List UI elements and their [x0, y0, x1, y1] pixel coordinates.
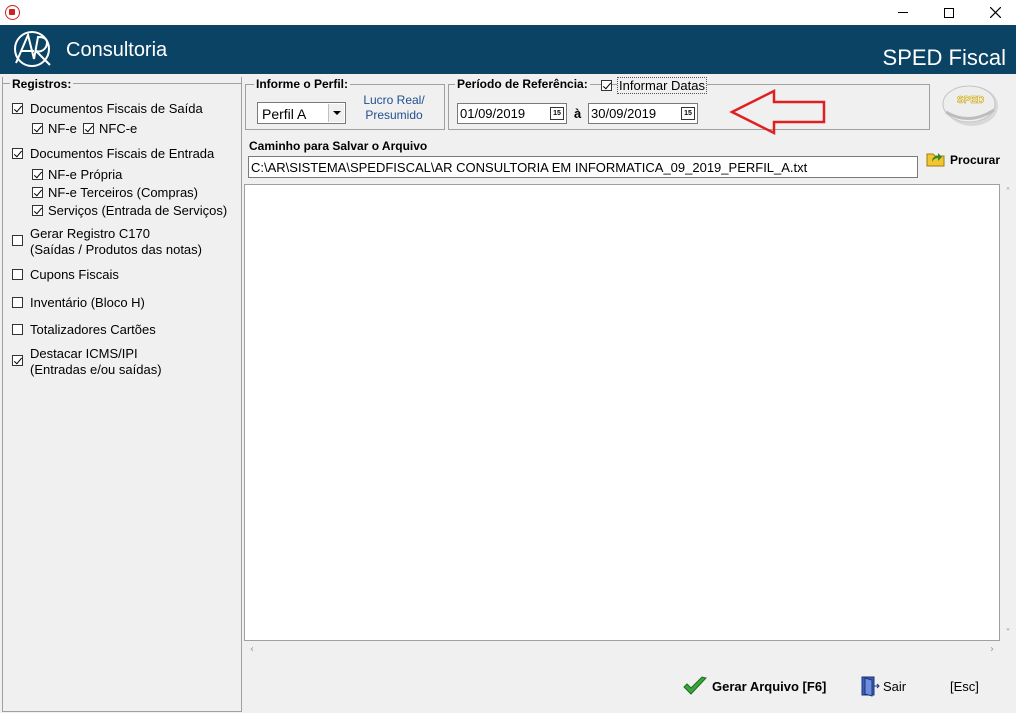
checkbox-c170[interactable]	[12, 235, 23, 246]
scroll-left-icon[interactable]: ‹	[244, 641, 260, 657]
procurar-button[interactable]: Procurar	[926, 148, 1006, 172]
checkbox-nfce[interactable]	[83, 123, 94, 134]
close-button[interactable]	[972, 0, 1016, 25]
path-input[interactable]: C:\AR\SISTEMA\SPEDFISCAL\AR CONSULTORIA …	[248, 156, 918, 178]
label-nfce: NFC-e	[99, 121, 138, 136]
brand-name: Consultoria	[66, 39, 168, 61]
folder-icon	[926, 153, 945, 167]
vertical-scrollbar[interactable]: ˄ ˅	[1000, 184, 1016, 641]
scroll-up-icon[interactable]: ˄	[1000, 184, 1016, 200]
checkbox-docs-entrada[interactable]	[12, 148, 23, 159]
checkbox-nfe-saida[interactable]	[32, 123, 43, 134]
annotation-arrow-icon	[729, 88, 826, 136]
checkbox-inventario[interactable]	[12, 297, 23, 308]
label-inventario: Inventário (Bloco H)	[30, 295, 145, 310]
checkmark-icon	[683, 676, 707, 695]
start-date-value: 01/09/2019	[460, 106, 526, 121]
label-informar-datas: Informar Datas	[617, 77, 707, 94]
esc-shortcut-label: [Esc]	[950, 679, 979, 694]
checkbox-informar-datas[interactable]	[601, 80, 612, 91]
start-date-input[interactable]: 01/09/2019 15	[457, 103, 567, 124]
label-c170-sub: (Saídas / Produtos das notas)	[30, 242, 202, 257]
checkbox-nfe-propria[interactable]	[32, 169, 43, 180]
label-c170: Gerar Registro C170	[30, 226, 150, 241]
date-separator: à	[574, 106, 582, 121]
horizontal-scrollbar[interactable]: ‹ ›	[244, 641, 1000, 658]
minimize-icon	[898, 12, 908, 13]
label-destacar-icms-sub: (Entradas e/ou saídas)	[30, 362, 162, 377]
scroll-down-icon[interactable]: ˅	[1000, 625, 1016, 641]
perfil-select[interactable]: Perfil A	[257, 102, 346, 124]
checkbox-docs-saida[interactable]	[12, 103, 23, 114]
label-totalizadores: Totalizadores Cartões	[30, 322, 156, 337]
calendar-icon[interactable]: 15	[550, 107, 564, 120]
periodo-legend: Período de Referência:	[455, 77, 590, 91]
ar-logo-icon	[14, 31, 51, 67]
scroll-right-icon[interactable]: ›	[984, 641, 1000, 657]
chevron-down-icon[interactable]	[328, 104, 344, 122]
app-title: SPED Fiscal	[882, 45, 1006, 70]
end-date-input[interactable]: 30/09/2019 15	[588, 103, 698, 124]
perfil-selected-value: Perfil A	[262, 106, 307, 122]
path-label: Caminho para Salvar o Arquivo	[249, 139, 428, 153]
exit-door-icon	[861, 676, 880, 697]
title-bar	[0, 0, 1016, 25]
sair-button[interactable]: Sair	[860, 675, 920, 699]
checkbox-servicos[interactable]	[32, 205, 43, 216]
sped-logo-icon: SPED	[942, 85, 998, 126]
perfil-description-line2: Presumido	[365, 108, 423, 122]
gerar-arquivo-label: Gerar Arquivo [F6]	[712, 679, 827, 694]
sped-logo-text: SPED	[957, 95, 984, 106]
app-icon	[5, 5, 20, 20]
minimize-button[interactable]	[880, 0, 926, 25]
sair-label: Sair	[883, 679, 907, 694]
log-memo[interactable]	[244, 184, 1000, 641]
label-nfe-saida: NF-e	[48, 121, 77, 136]
close-icon	[989, 7, 1001, 18]
calendar-icon[interactable]: 15	[681, 107, 695, 120]
label-docs-entrada: Documentos Fiscais de Entrada	[30, 146, 215, 161]
label-servicos: Serviços (Entrada de Serviços)	[48, 203, 228, 218]
label-cupons-fiscais: Cupons Fiscais	[30, 267, 119, 282]
label-destacar-icms: Destacar ICMS/IPI	[30, 346, 138, 361]
path-value: C:\AR\SISTEMA\SPEDFISCAL\AR CONSULTORIA …	[251, 160, 808, 175]
label-nfe-propria: NF-e Própria	[48, 167, 123, 182]
checkbox-destacar-icms[interactable]	[12, 355, 23, 366]
checkbox-cupons-fiscais[interactable]	[12, 269, 23, 280]
perfil-description-line1: Lucro Real/	[363, 93, 425, 107]
registros-legend: Registros:	[10, 77, 74, 91]
app-header: Consultoria SPED Fiscal	[0, 25, 1016, 74]
perfil-legend: Informe o Perfil:	[254, 77, 351, 91]
checkbox-nfe-terceiros[interactable]	[32, 187, 43, 198]
checkbox-totalizadores[interactable]	[12, 324, 23, 335]
perfil-description: Lucro Real/ Presumido	[356, 93, 432, 123]
gerar-arquivo-button[interactable]: Gerar Arquivo [F6]	[682, 675, 832, 699]
maximize-icon	[944, 7, 954, 18]
label-docs-saida: Documentos Fiscais de Saída	[30, 101, 203, 116]
end-date-value: 30/09/2019	[591, 106, 657, 121]
label-nfe-terceiros: NF-e Terceiros (Compras)	[48, 185, 199, 200]
maximize-button[interactable]	[926, 0, 972, 25]
procurar-label: Procurar	[950, 153, 1001, 167]
